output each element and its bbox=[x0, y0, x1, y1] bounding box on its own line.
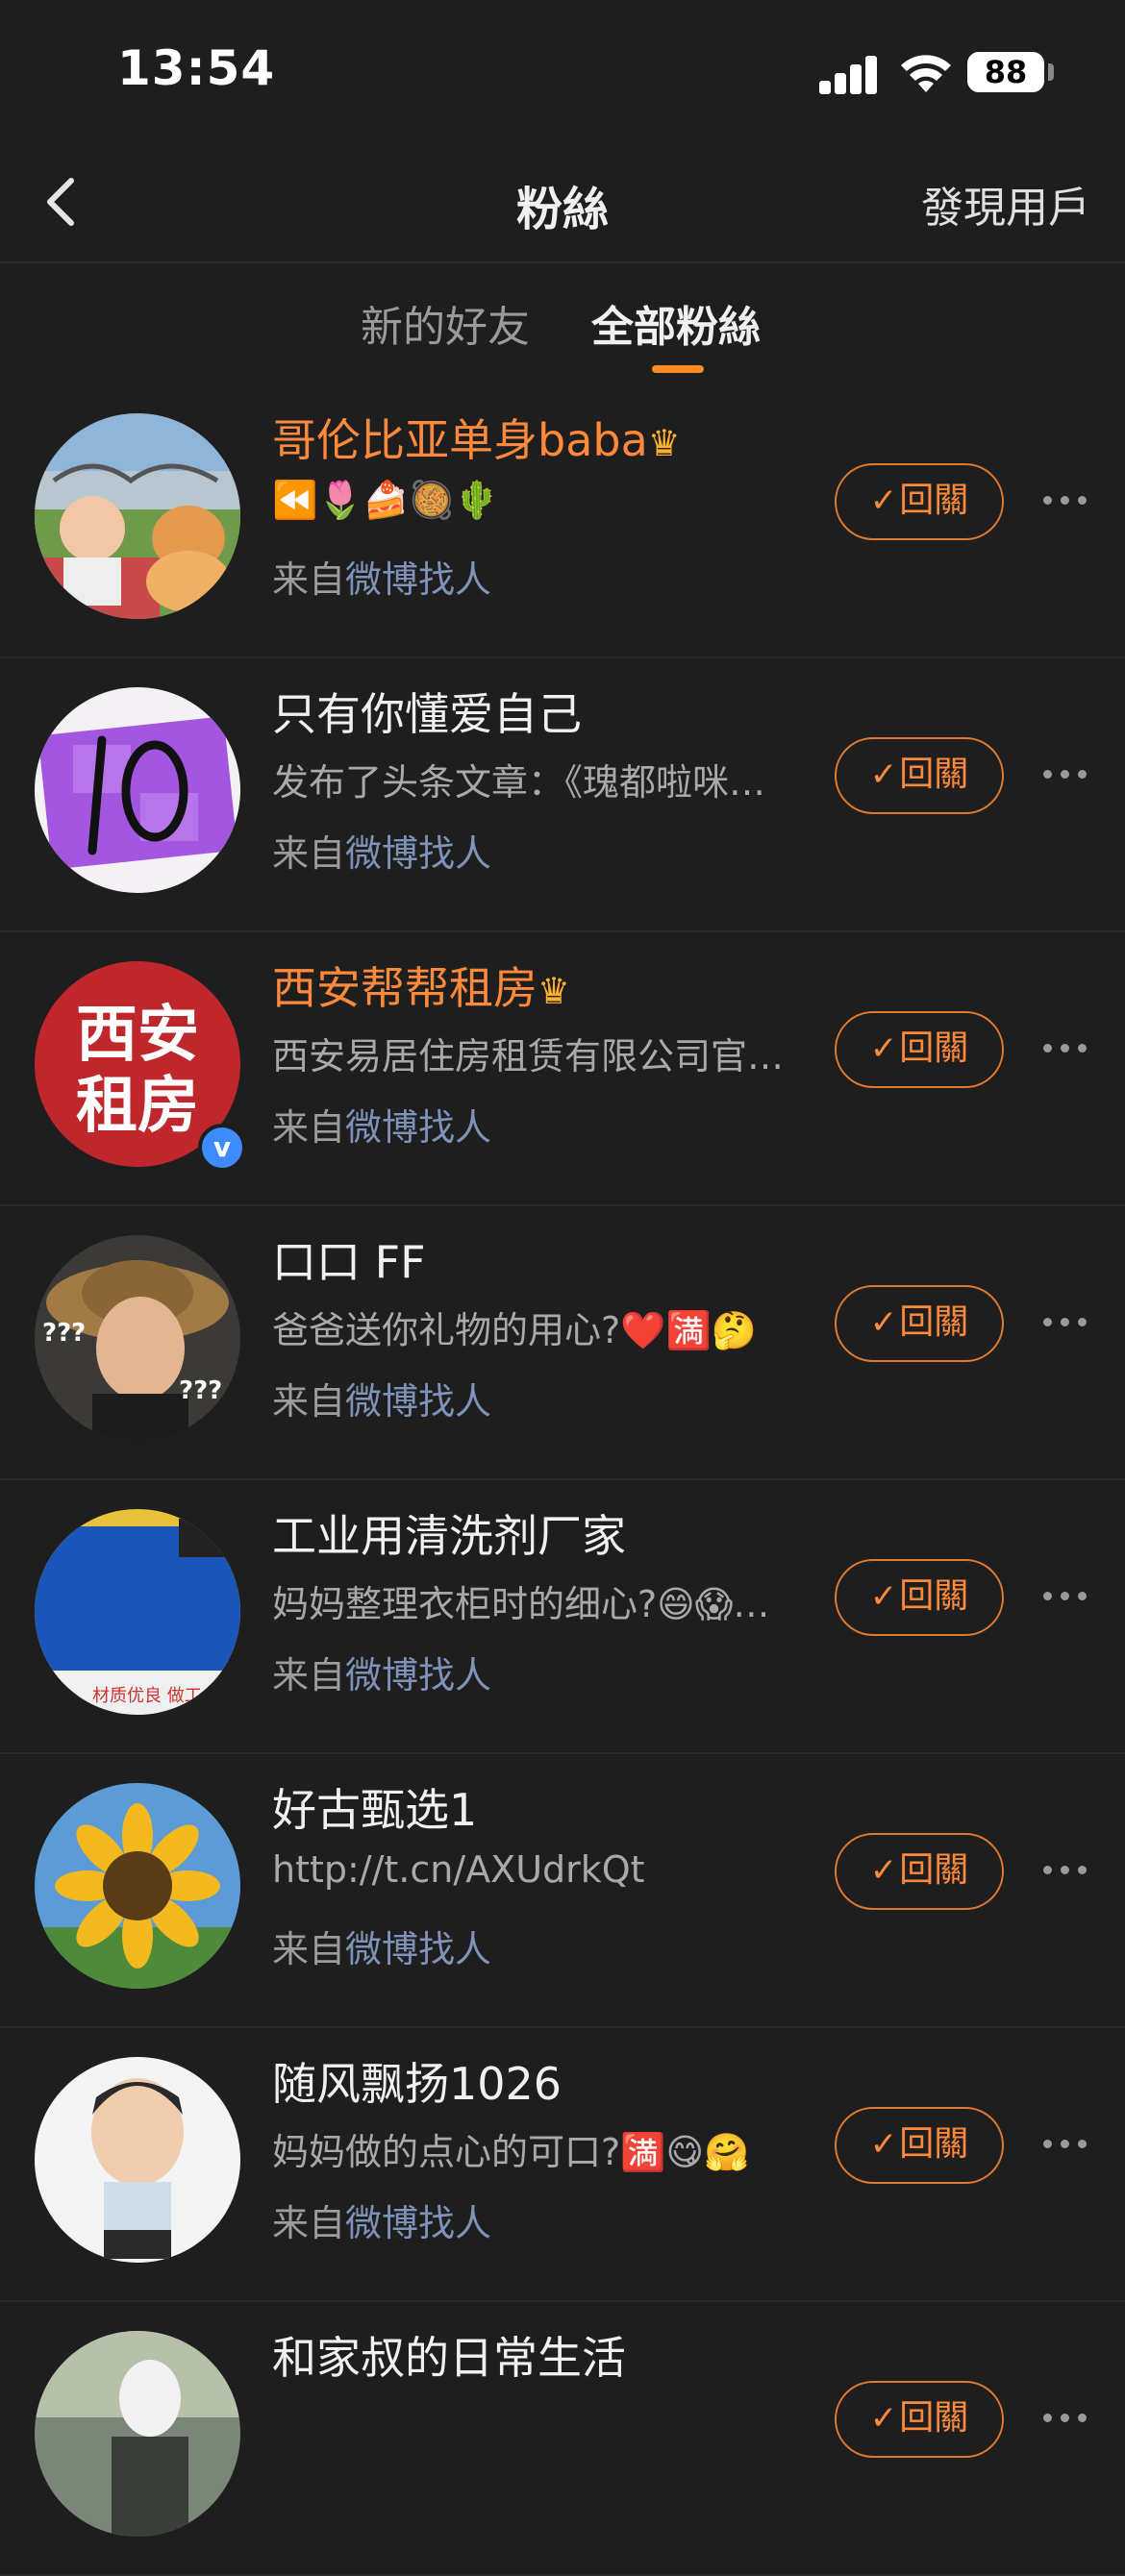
tab-bar: 新的好友 全部粉絲 bbox=[0, 263, 1125, 379]
follow-back-button[interactable]: ✓回關 bbox=[835, 2107, 1004, 2184]
user-description: 妈妈做的点心的可口?🈵😋🤗 bbox=[272, 2131, 750, 2173]
follow-back-button[interactable]: ✓回關 bbox=[835, 1285, 1004, 1362]
signal-icon bbox=[819, 54, 879, 94]
check-icon: ✓ bbox=[869, 2399, 898, 2438]
check-icon: ✓ bbox=[869, 1029, 898, 1068]
more-icon[interactable] bbox=[1043, 490, 1091, 509]
user-name[interactable]: 好古甄选1 bbox=[272, 1775, 477, 1839]
avatar[interactable] bbox=[35, 413, 240, 619]
discover-users-button[interactable]: 發現用戶 bbox=[921, 173, 1090, 235]
follow-back-button[interactable]: ✓回關 bbox=[835, 737, 1004, 814]
crown-icon: ♛ bbox=[647, 422, 681, 464]
list-item[interactable]: 随风飘扬1026 妈妈做的点心的可口?🈵😋🤗 来自微博找人 ✓回關 bbox=[0, 2028, 1125, 2302]
verified-badge-icon: v bbox=[198, 1124, 246, 1172]
check-icon: ✓ bbox=[869, 1851, 898, 1890]
more-icon[interactable] bbox=[1043, 1312, 1091, 1331]
follow-back-button[interactable]: ✓回關 bbox=[835, 2381, 1004, 2458]
nav-header: 粉絲 發現用戶 bbox=[0, 144, 1125, 263]
follow-back-button[interactable]: ✓回關 bbox=[835, 463, 1004, 540]
avatar[interactable] bbox=[35, 2331, 240, 2537]
user-name[interactable]: 西安帮帮租房♛ bbox=[272, 954, 570, 1017]
user-description: ⏪🌷🍰🥘🌵 bbox=[272, 479, 500, 521]
user-source: 来自微博找人 bbox=[272, 1380, 492, 1423]
user-description: 妈妈整理衣柜时的细心?😄😱… bbox=[272, 1583, 770, 1625]
battery-tip bbox=[1048, 63, 1054, 81]
user-name[interactable]: 工业用清洗剂厂家 bbox=[272, 1501, 626, 1565]
status-time: 13:54 bbox=[117, 40, 276, 96]
check-icon: ✓ bbox=[869, 1577, 898, 1616]
check-icon: ✓ bbox=[869, 755, 898, 794]
list-item[interactable]: 材质优良 做工 工业用清洗剂厂家 妈妈整理衣柜时的细心?😄😱… 来自微博找人 ✓… bbox=[0, 1480, 1125, 1754]
user-name[interactable]: 哥伦比亚单身baba♛ bbox=[272, 406, 681, 469]
avatar[interactable] bbox=[35, 687, 240, 893]
more-icon[interactable] bbox=[1043, 1860, 1091, 1879]
user-description: 发布了头条文章：《瑰都啦咪… bbox=[272, 761, 766, 804]
list-item[interactable]: 好古甄选1 http://t.cn/AXUdrkQt 来自微博找人 ✓回關 bbox=[0, 1754, 1125, 2028]
tab-active-indicator bbox=[652, 365, 704, 373]
user-description: 爸爸送你礼物的用心?❤️🈵🤔 bbox=[272, 1309, 758, 1351]
avatar-text-bottom: 租房 bbox=[76, 1070, 199, 1142]
user-name[interactable]: 和家叔的日常生活 bbox=[272, 2323, 626, 2387]
tab-all-fans[interactable]: 全部粉絲 bbox=[591, 292, 761, 354]
more-icon[interactable] bbox=[1043, 2408, 1091, 2427]
more-icon[interactable] bbox=[1043, 2134, 1091, 2153]
avatar-text-top: 西安 bbox=[76, 999, 199, 1071]
user-source: 来自微博找人 bbox=[272, 832, 492, 875]
list-item[interactable]: ??? ??? 口口 FF 爸爸送你礼物的用心?❤️🈵🤔 来自微博找人 ✓回關 bbox=[0, 1206, 1125, 1480]
user-description: http://t.cn/AXUdrkQt bbox=[272, 1848, 645, 1891]
follow-back-button[interactable]: ✓回關 bbox=[835, 1833, 1004, 1910]
check-icon: ✓ bbox=[869, 2125, 898, 2164]
follow-back-button[interactable]: ✓回關 bbox=[835, 1011, 1004, 1088]
list-item[interactable]: 只有你懂爱自己 发布了头条文章：《瑰都啦咪… 来自微博找人 ✓回關 bbox=[0, 658, 1125, 932]
avatar[interactable] bbox=[35, 2057, 240, 2263]
avatar[interactable]: ??? ??? bbox=[35, 1235, 240, 1441]
tab-new-friends[interactable]: 新的好友 bbox=[361, 292, 530, 354]
user-source: 来自微博找人 bbox=[272, 1654, 492, 1697]
user-source: 来自微博找人 bbox=[272, 1928, 492, 1970]
battery-icon: 88 bbox=[967, 52, 1044, 92]
svg-text:???: ??? bbox=[42, 1319, 86, 1348]
avatar[interactable]: 材质优良 做工 bbox=[35, 1509, 240, 1715]
user-source: 来自微博找人 bbox=[272, 2202, 492, 2244]
svg-text:材质优良 做工: 材质优良 做工 bbox=[92, 1686, 202, 1706]
list-item[interactable]: 哥伦比亚单身baba♛ ⏪🌷🍰🥘🌵 来自微博找人 ✓回關 bbox=[0, 384, 1125, 658]
more-icon[interactable] bbox=[1043, 1038, 1091, 1057]
check-icon: ✓ bbox=[869, 482, 898, 520]
status-bar: 13:54 88 bbox=[0, 0, 1125, 144]
check-icon: ✓ bbox=[869, 1303, 898, 1342]
fan-list: 哥伦比亚单身baba♛ ⏪🌷🍰🥘🌵 来自微博找人 ✓回關 只有你懂爱自己 发布了… bbox=[0, 384, 1125, 2576]
svg-text:???: ??? bbox=[179, 1376, 222, 1405]
follow-back-button[interactable]: ✓回關 bbox=[835, 1559, 1004, 1636]
user-source: 来自微博找人 bbox=[272, 1106, 492, 1149]
wifi-icon bbox=[901, 55, 951, 92]
user-source: 来自微博找人 bbox=[272, 558, 492, 601]
more-icon[interactable] bbox=[1043, 1586, 1091, 1605]
avatar[interactable] bbox=[35, 1783, 240, 1989]
list-item[interactable]: 西安 租房 v 西安帮帮租房♛ 西安易居住房租赁有限公司官… 来自微博找人 ✓回… bbox=[0, 932, 1125, 1206]
user-name[interactable]: 口口 FF bbox=[272, 1227, 426, 1291]
user-name[interactable]: 只有你懂爱自己 bbox=[272, 680, 582, 743]
user-name[interactable]: 随风飘扬1026 bbox=[272, 2049, 562, 2113]
more-icon[interactable] bbox=[1043, 764, 1091, 783]
list-item[interactable]: 和家叔的日常生活 ✓回關 bbox=[0, 2302, 1125, 2576]
user-description: 西安易居住房租赁有限公司官… bbox=[272, 1035, 785, 1077]
crown-icon: ♛ bbox=[538, 970, 571, 1012]
